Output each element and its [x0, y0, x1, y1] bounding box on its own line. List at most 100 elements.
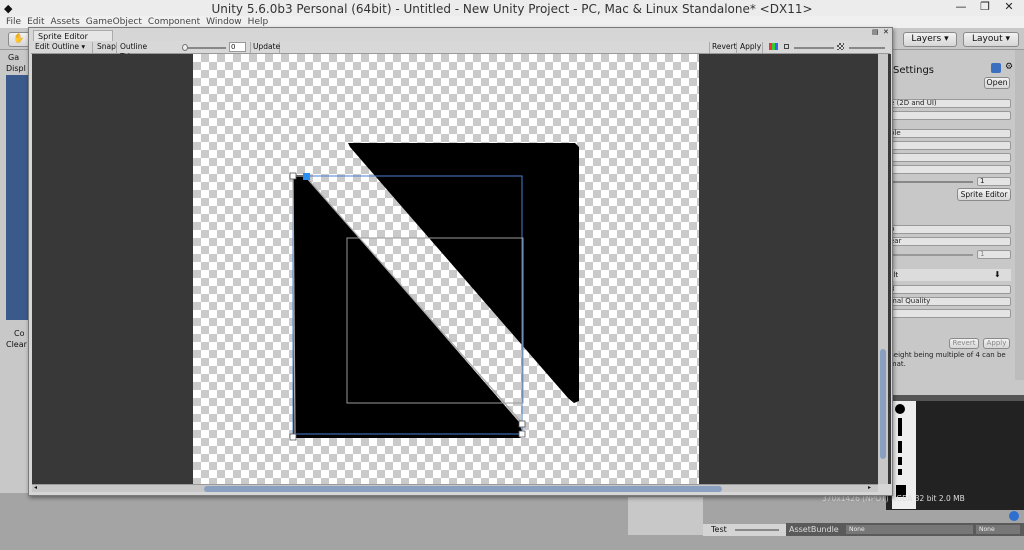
open-label: Open [986, 78, 1008, 87]
texture-shape-dropdown[interactable] [887, 111, 1011, 120]
inspector-apply-label: Apply [986, 339, 1007, 347]
aniso-value[interactable]: 1 [977, 250, 1011, 259]
warning-line-1: /height being multiple of 4 can be [887, 351, 1006, 359]
hand-tool-button[interactable]: ✋ [8, 32, 30, 47]
layers-dropdown[interactable]: Layers ▾ [903, 32, 957, 47]
wrap-mode-dropdown[interactable]: p [887, 225, 1011, 234]
console-tab-label[interactable]: Co [14, 329, 24, 338]
warning-line-2: rmat. [887, 360, 906, 368]
variant-none: None [979, 526, 995, 533]
game-view [6, 75, 28, 320]
sprite-mode-dropdown[interactable]: ple [887, 129, 1011, 138]
tolerance-slider[interactable] [184, 47, 226, 49]
canvas-vertical-thumb[interactable] [880, 349, 886, 459]
compression-dropdown[interactable]: mal Quality [887, 297, 1011, 306]
test-label: Test [711, 525, 727, 534]
outline-handle-right[interactable] [518, 420, 526, 428]
compression-value: mal Quality [890, 297, 931, 305]
pivot-handle[interactable] [303, 173, 310, 180]
preview-sprite-image [892, 401, 916, 509]
mesh-type-dropdown[interactable] [887, 165, 1011, 174]
rgb-toggle-icon[interactable] [769, 43, 778, 50]
inspector-title: Settings [893, 65, 935, 76]
project-area [628, 497, 703, 535]
assetbundle-label: AssetBundle [789, 525, 839, 534]
texture-type-value: e (2D and UI) [890, 99, 937, 107]
scroll-left-icon[interactable]: ◂ [34, 484, 37, 491]
clear-button[interactable]: Clear [6, 340, 27, 349]
sprite-editor-label: Sprite Editor [960, 190, 1008, 199]
outline-handle-topleft[interactable] [289, 172, 297, 180]
aniso-value-text: 1 [980, 250, 985, 258]
inspector-revert-button[interactable]: Revert [949, 338, 979, 349]
npot-warning: /height being multiple of 4 can be rmat. [887, 351, 1011, 371]
layers-label: Layers [911, 34, 942, 44]
tolerance-slider-thumb[interactable] [182, 44, 188, 51]
window-titlebar: ◆ Unity 5.6.0b3 Personal (64bit) - Untit… [0, 0, 1024, 16]
tolerance-input[interactable]: 0 [229, 42, 246, 52]
revert-button[interactable]: Revert [709, 42, 737, 53]
zoom-slider[interactable] [735, 529, 779, 531]
sprite-editor-button[interactable]: Sprite Editor [957, 188, 1011, 201]
inspector-scrollbar[interactable] [1015, 50, 1024, 380]
filter-mode-dropdown[interactable]: ear [887, 237, 1011, 246]
zoom-slider[interactable] [794, 47, 834, 49]
update-button[interactable]: Update [250, 42, 280, 53]
texture-type-dropdown[interactable]: e (2D and UI) [887, 99, 1011, 108]
sprite-editor-window: Sprite Editor ▤ ✕ Edit Outline ▾ Snap Ou… [28, 27, 893, 496]
packing-tag-field[interactable] [887, 141, 1011, 150]
snap-toggle[interactable]: Snap [95, 42, 117, 53]
collab-icon[interactable] [1009, 511, 1019, 521]
aniso-slider[interactable] [891, 254, 973, 256]
canvas-vertical-scrollbar[interactable] [878, 54, 888, 484]
zoom-slider-large-icon [837, 43, 844, 50]
close-icon[interactable]: ✕ [996, 0, 1022, 14]
edit-mode-dropdown[interactable]: Edit Outline ▾ [33, 42, 93, 53]
outline-handle-bottomright[interactable] [518, 430, 526, 438]
sprite-editor-toolbar: Edit Outline ▾ Snap Outline Tolerance 0 … [31, 41, 890, 61]
sprite-canvas[interactable] [32, 54, 891, 484]
window-title: Unity 5.6.0b3 Personal (64bit) - Untitle… [211, 2, 813, 16]
sprite-texture [193, 54, 699, 484]
sprite-editor-tab-label: Sprite Editor [38, 32, 88, 41]
test-row: Test [703, 524, 788, 536]
download-icon[interactable]: ⬇ [994, 269, 1001, 281]
layout-label: Layout [972, 34, 1003, 44]
extrude-slider[interactable] [891, 181, 973, 183]
game-tab-label[interactable]: Ga [8, 53, 19, 62]
menu-file[interactable]: File [6, 16, 21, 28]
maximize-icon[interactable]: ❐ [972, 0, 998, 14]
assetbundle-row: AssetBundle None None [786, 523, 1024, 536]
minimize-icon[interactable]: — [948, 0, 974, 14]
apply-label: Apply [740, 42, 762, 51]
texture-preview: 370x1426 (NPOT) RGBA 32 bit 2.0 MB [822, 395, 1024, 521]
apply-button[interactable]: Apply [738, 42, 763, 53]
pixels-per-unit-field[interactable] [887, 153, 1011, 162]
assetbundle-none: None [849, 526, 865, 533]
max-size-dropdown[interactable]: 8 [887, 285, 1011, 294]
tolerance-value: 0 [231, 43, 236, 51]
mip-slider[interactable] [849, 47, 885, 49]
display-label[interactable]: Displ [6, 64, 26, 73]
sprite-outline-svg [289, 143, 579, 441]
extrude-value-text: 1 [980, 177, 985, 185]
crunch-dropdown[interactable] [887, 309, 1011, 318]
assetbundle-dropdown[interactable]: None [846, 525, 973, 534]
platform-tab-default[interactable]: ult ⬇ [887, 269, 1011, 281]
open-button[interactable]: Open [984, 77, 1010, 89]
extrude-value[interactable]: 1 [977, 177, 1011, 186]
outline-tolerance-label: Outline Tolerance [120, 42, 156, 61]
canvas-horizontal-scrollbar[interactable]: ◂ ▸ [32, 484, 878, 492]
canvas-horizontal-thumb[interactable] [204, 486, 722, 492]
layout-dropdown[interactable]: Layout ▾ [963, 32, 1019, 47]
edit-mode-label: Edit Outline [35, 42, 80, 51]
window-close-icon[interactable]: ✕ [883, 28, 889, 36]
outline-handle-bottomleft[interactable] [289, 433, 297, 441]
inspector-apply-button[interactable]: Apply [983, 338, 1010, 349]
scroll-right-icon[interactable]: ▸ [868, 484, 871, 491]
variant-dropdown[interactable]: None [976, 525, 1020, 534]
inspector-revert-label: Revert [952, 339, 976, 347]
help-icon[interactable] [991, 63, 1001, 73]
window-menu-icon[interactable]: ▤ [872, 28, 879, 36]
gear-icon[interactable]: ⚙ [1005, 62, 1013, 72]
